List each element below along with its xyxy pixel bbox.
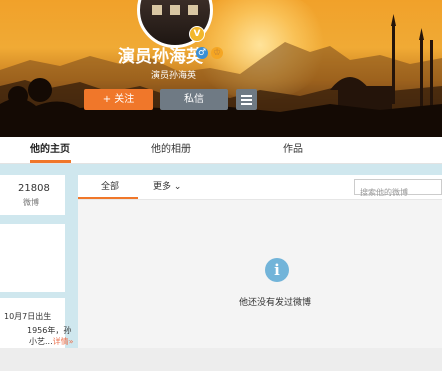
feed-tab-more-label: 更多 <box>153 182 172 192</box>
profile-name: 演员孙海英 <box>118 47 203 67</box>
bio-line-2: 1956年，孙 <box>27 326 72 335</box>
vip-badge-icon: ♔ <box>211 47 223 59</box>
profile-subtitle: 演员孙海英 <box>151 71 197 81</box>
feed-search-input[interactable] <box>355 185 440 200</box>
bottom-strip <box>0 348 442 371</box>
bio-line-3-text: 小艺... <box>29 337 53 346</box>
empty-feed-message: 他还没有发过微博 <box>239 298 312 308</box>
landscape-silhouette <box>0 14 442 137</box>
male-gender-icon: ♂ <box>196 47 208 59</box>
cover-banner: V 演员孙海英 ♂ ♔ 演员孙海英 + 关注 私信 <box>0 0 442 137</box>
feed-tabs: 全部 更多 ⌄ <box>78 175 442 200</box>
feed-search-box[interactable] <box>354 179 442 200</box>
weibo-count: 21808 <box>18 183 50 194</box>
weibo-count-label: 微博 <box>23 198 39 207</box>
avatar-window <box>188 5 198 15</box>
profile-tab-bar: 他的主页 他的相册 作品 <box>0 137 442 164</box>
bio-line-3: 小艺...详情» <box>29 336 74 347</box>
tab-album[interactable]: 他的相册 <box>151 137 191 163</box>
weibo-count-card[interactable]: 21808 微博 <box>0 175 65 215</box>
feed-tab-all[interactable]: 全部 <box>101 175 119 199</box>
tab-works[interactable]: 作品 <box>283 137 303 163</box>
avatar-window <box>170 5 180 15</box>
more-menu-button[interactable] <box>236 89 257 110</box>
feed-tab-more[interactable]: 更多 ⌄ <box>153 175 181 199</box>
menu-icon <box>236 89 257 105</box>
message-button[interactable]: 私信 <box>160 89 228 110</box>
verified-badge-icon: V <box>189 26 205 42</box>
bio-line-1: 10月7日出生 <box>4 312 52 321</box>
side-card <box>0 224 65 292</box>
feed-panel: 全部 更多 ⌄ i 他还没有发过微博 <box>78 175 442 348</box>
active-tab-indicator <box>30 160 71 163</box>
feed-tab-indicator <box>78 197 138 199</box>
chevron-down-icon: ⌄ <box>173 182 182 192</box>
avatar-window <box>152 5 162 15</box>
info-icon: i <box>265 258 289 282</box>
follow-button[interactable]: + 关注 <box>84 89 153 110</box>
bio-more-link[interactable]: 详情» <box>53 337 74 346</box>
